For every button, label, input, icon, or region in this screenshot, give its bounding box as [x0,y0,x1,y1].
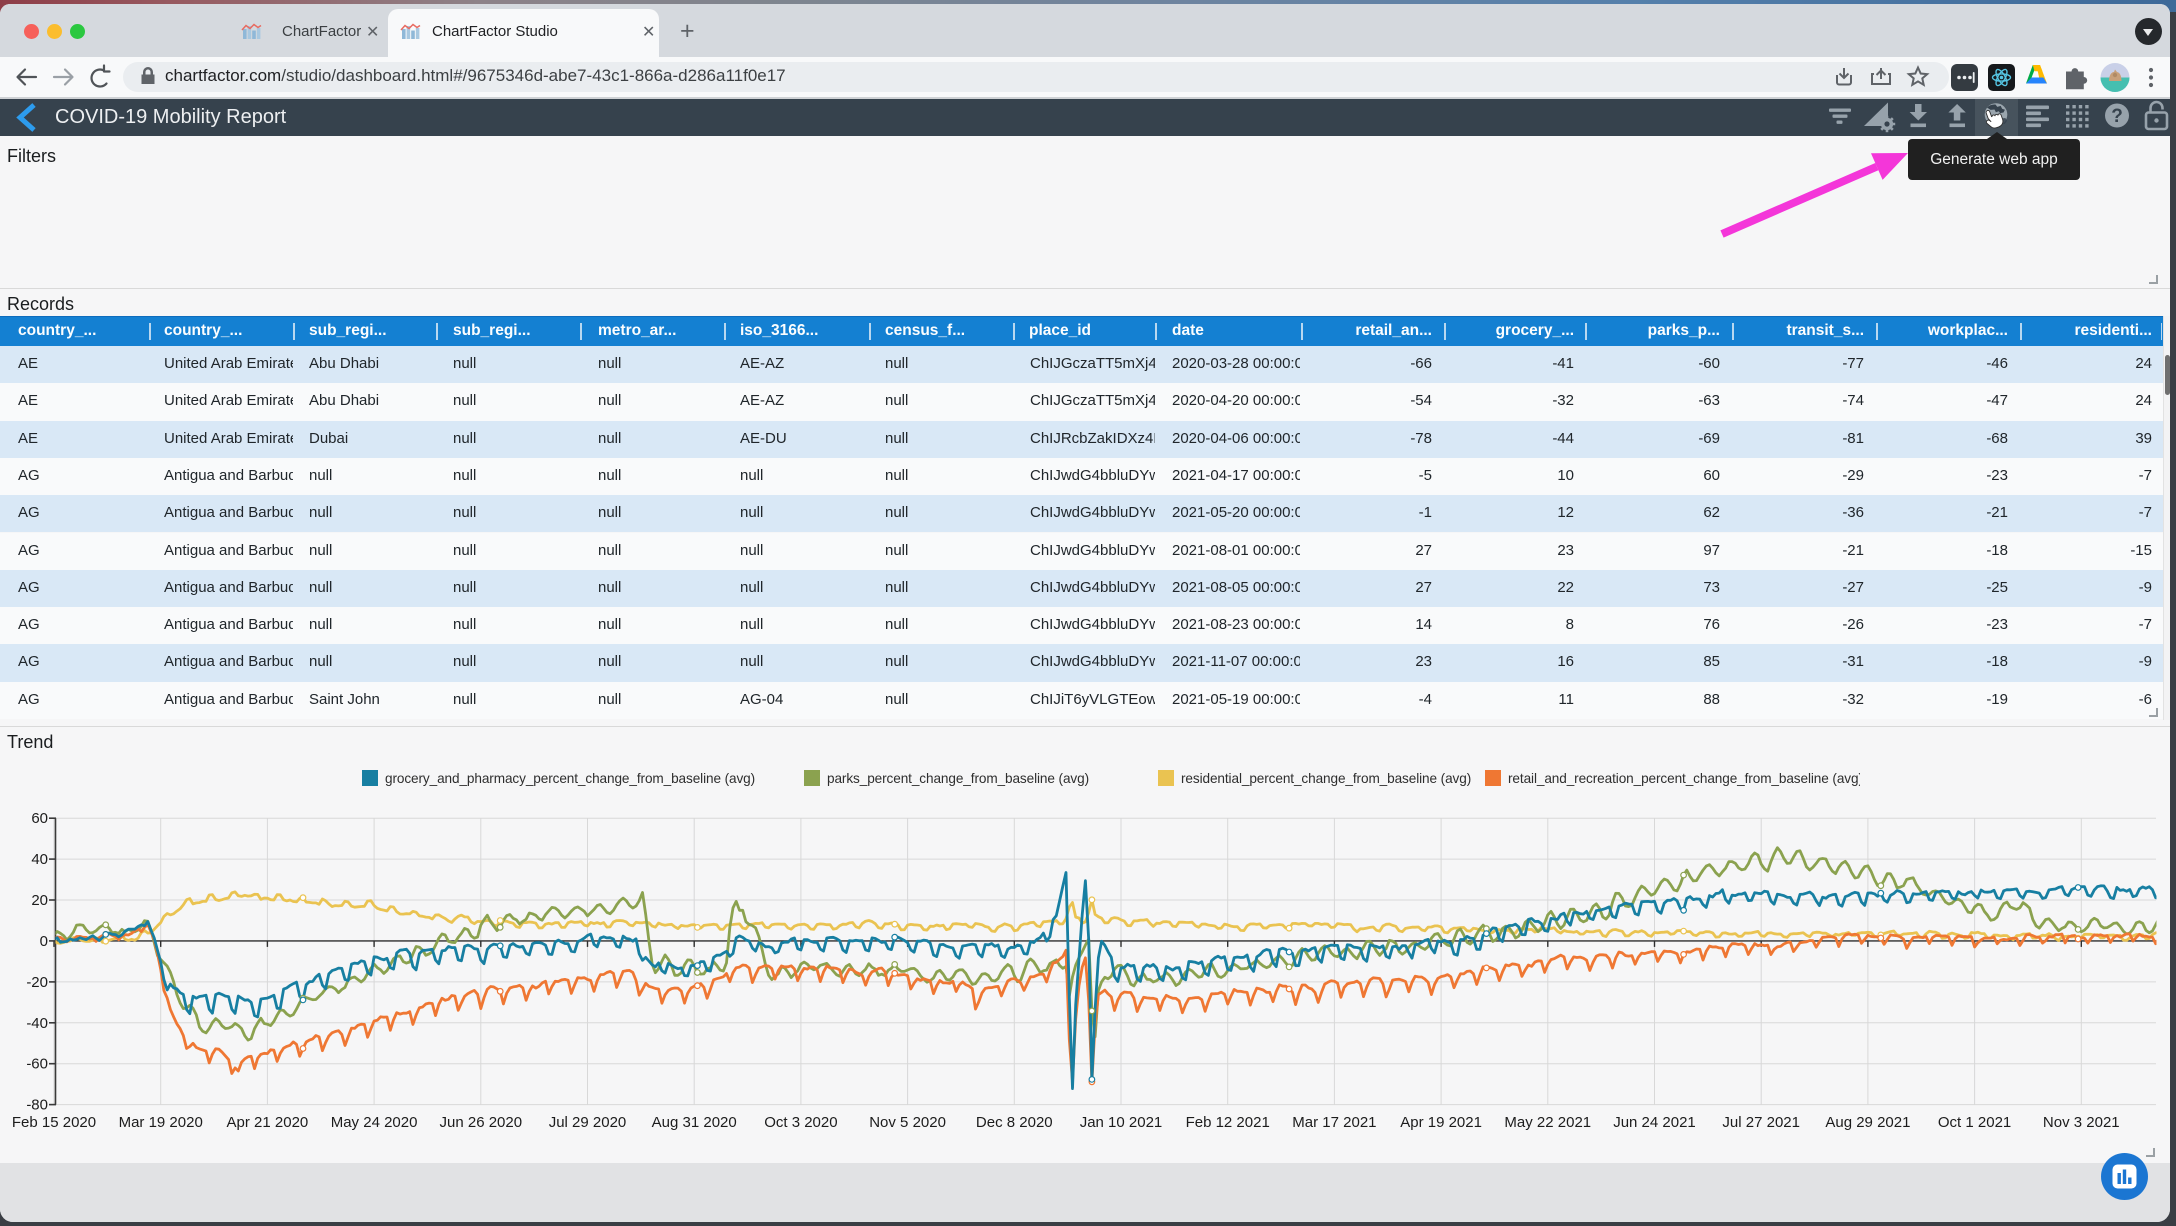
svg-text:?: ? [2111,106,2123,127]
